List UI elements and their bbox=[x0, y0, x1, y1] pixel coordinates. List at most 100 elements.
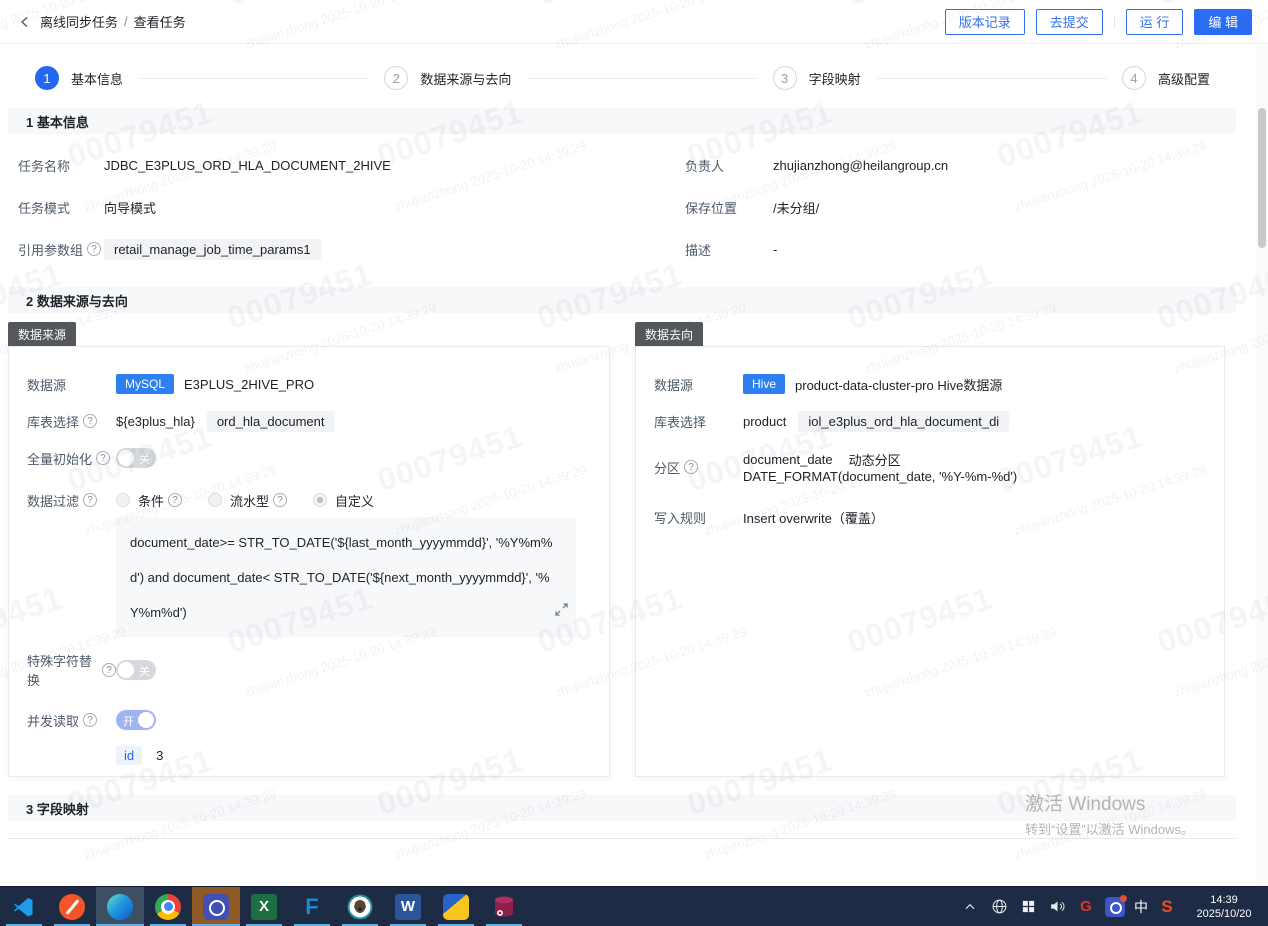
toggle-knob bbox=[138, 712, 154, 728]
source-table-chip: ord_hla_document bbox=[207, 411, 335, 432]
desktop: 离线同步任务 / 查看任务 版本记录 去提交 运 行 编 辑 1 基本信息 2 … bbox=[0, 0, 1268, 926]
taskbar-chat-app-icon[interactable] bbox=[192, 887, 240, 926]
run-button[interactable]: 运 行 bbox=[1126, 9, 1184, 35]
help-icon[interactable]: ? bbox=[83, 493, 97, 507]
full-init-toggle[interactable]: 关 bbox=[116, 448, 156, 468]
taskbar-database-tool-icon[interactable] bbox=[480, 887, 528, 926]
task-mode-row: 任务模式 向导模式 bbox=[0, 186, 634, 228]
source-datasource-name: E3PLUS_2HIVE_PRO bbox=[184, 377, 314, 392]
help-icon[interactable]: ? bbox=[83, 713, 97, 727]
source-datasource-row: 数据源 MySQL E3PLUS_2HIVE_PRO bbox=[27, 373, 591, 395]
step-label: 高级配置 bbox=[1158, 69, 1210, 88]
step-basic-info[interactable]: 1 基本信息 bbox=[35, 66, 123, 90]
target-table-label: 库表选择 bbox=[654, 412, 743, 431]
target-table-chip: iol_e3plus_ord_hla_document_di bbox=[798, 411, 1009, 432]
tray-camera-app-icon[interactable] bbox=[1105, 897, 1125, 917]
tray-windows-grid-icon[interactable] bbox=[1018, 897, 1038, 917]
tray-chevron-up-icon[interactable] bbox=[960, 897, 980, 917]
step-connector bbox=[139, 78, 368, 79]
partition-expression: DATE_FORMAT(document_date, '%Y-%m-%d') bbox=[743, 469, 1017, 484]
tray-g-app-icon[interactable]: G bbox=[1076, 897, 1096, 917]
vertical-scrollbar[interactable] bbox=[1256, 45, 1268, 886]
back-icon[interactable] bbox=[16, 13, 34, 31]
step-connector bbox=[877, 78, 1106, 79]
taskbar-apps: X F W bbox=[0, 887, 528, 926]
owner-label: 负责人 bbox=[685, 156, 773, 175]
toggle-knob bbox=[118, 662, 134, 678]
help-icon[interactable]: ? bbox=[684, 460, 698, 474]
content-divider bbox=[8, 838, 1236, 839]
scrollbar-thumb[interactable] bbox=[1258, 108, 1266, 248]
data-filter-row: 数据过滤 ? 条件 ? 流水型 ? bbox=[27, 489, 591, 511]
filter-radio-custom[interactable]: 自定义 bbox=[313, 491, 374, 510]
taskbar-chrome-icon[interactable] bbox=[144, 887, 192, 926]
toggle-state-text: 开 bbox=[123, 713, 134, 729]
filter-radio-stream[interactable]: 流水型 ? bbox=[208, 491, 287, 510]
section-field-mapping-header: 3 字段映射 bbox=[8, 795, 1236, 821]
breadcrumb-current: 查看任务 bbox=[134, 12, 186, 31]
edit-button[interactable]: 编 辑 bbox=[1194, 9, 1252, 35]
toggle-state-text: 关 bbox=[139, 663, 150, 679]
system-tray: G 中 S 14:39 2025/10/20 bbox=[960, 893, 1268, 921]
taskbar-yellow-tool-icon[interactable] bbox=[432, 887, 480, 926]
write-rule-value: Insert overwrite（覆盖） bbox=[743, 508, 884, 527]
step-advanced-config[interactable]: 4 高级配置 bbox=[1122, 66, 1210, 90]
toggle-knob bbox=[118, 450, 134, 466]
step-source-target[interactable]: 2 数据来源与去向 bbox=[384, 66, 511, 90]
partition-row: 分区 ? document_date 动态分区 DATE_FORMAT(docu… bbox=[654, 450, 1206, 484]
taskbar: X F W bbox=[0, 886, 1268, 926]
step-field-mapping[interactable]: 3 字段映射 bbox=[773, 66, 861, 90]
taskbar-edge-icon[interactable] bbox=[96, 887, 144, 926]
section-basic-info-header: 1 基本信息 bbox=[8, 108, 1236, 134]
page-header: 离线同步任务 / 查看任务 版本记录 去提交 运 行 编 辑 bbox=[0, 0, 1268, 44]
description-value: - bbox=[773, 242, 777, 257]
expand-icon[interactable] bbox=[555, 594, 568, 629]
task-name-value: JDBC_E3PLUS_ORD_HLA_DOCUMENT_2HIVE bbox=[104, 158, 391, 173]
help-icon[interactable]: ? bbox=[83, 414, 97, 428]
radio-dot bbox=[208, 493, 222, 507]
split-key-chip: id bbox=[116, 746, 142, 765]
breadcrumb-parent[interactable]: 离线同步任务 bbox=[40, 12, 118, 31]
tray-clock[interactable]: 14:39 2025/10/20 bbox=[1186, 893, 1262, 921]
tray-ime-indicator[interactable]: 中 bbox=[1134, 897, 1148, 917]
save-location-label: 保存位置 bbox=[685, 198, 773, 217]
concurrent-read-toggle[interactable]: 开 bbox=[116, 710, 156, 730]
task-mode-value: 向导模式 bbox=[104, 198, 156, 217]
source-db-name: ${e3plus_hla} bbox=[116, 414, 195, 429]
help-icon[interactable]: ? bbox=[102, 663, 116, 677]
version-history-button[interactable]: 版本记录 bbox=[945, 9, 1025, 35]
taskbar-pen-app-icon[interactable] bbox=[48, 887, 96, 926]
taskbar-excel-icon[interactable]: X bbox=[240, 887, 288, 926]
save-location-value: /未分组/ bbox=[773, 198, 819, 217]
save-location-row: 保存位置 /未分组/ bbox=[634, 186, 1250, 228]
help-icon[interactable]: ? bbox=[168, 493, 182, 507]
tray-network-globe-icon[interactable] bbox=[989, 897, 1009, 917]
tray-speaker-icon[interactable] bbox=[1047, 897, 1067, 917]
filter-sql-textarea[interactable]: document_date>= STR_TO_DATE('${last_mont… bbox=[116, 517, 576, 637]
special-char-row: 特殊字符替换 ? 关 bbox=[27, 651, 591, 689]
special-char-toggle[interactable]: 关 bbox=[116, 660, 156, 680]
step-number: 4 bbox=[1122, 66, 1146, 90]
target-db-name: product bbox=[743, 414, 786, 429]
tray-sogou-icon[interactable]: S bbox=[1157, 897, 1177, 917]
filter-radio-condition[interactable]: 条件 ? bbox=[116, 491, 182, 510]
full-init-row: 全量初始化 ? 关 bbox=[27, 447, 591, 469]
special-char-label: 特殊字符替换 ? bbox=[27, 651, 116, 689]
target-datasource-row: 数据源 Hive product-data-cluster-pro Hive数据… bbox=[654, 373, 1206, 395]
help-icon[interactable]: ? bbox=[96, 451, 110, 465]
go-submit-button[interactable]: 去提交 bbox=[1036, 9, 1103, 35]
owner-value: zhujianzhong@heilangroup.cn bbox=[773, 158, 948, 173]
help-icon[interactable]: ? bbox=[87, 242, 101, 256]
activation-subtitle: 转到“设置”以激活 Windows。 bbox=[1025, 819, 1194, 838]
taskbar-word-icon[interactable]: W bbox=[384, 887, 432, 926]
step-indicator: 1 基本信息 2 数据来源与去向 3 字段映射 4 高级配置 bbox=[0, 56, 1250, 100]
step-connector bbox=[527, 78, 756, 79]
partition-type: 动态分区 bbox=[849, 450, 901, 469]
taskbar-dbeaver-icon[interactable] bbox=[336, 887, 384, 926]
section-source-target-header: 2 数据来源与去向 bbox=[8, 287, 1236, 313]
step-number: 3 bbox=[773, 66, 797, 90]
taskbar-vscode-icon[interactable] bbox=[0, 887, 48, 926]
help-icon[interactable]: ? bbox=[273, 493, 287, 507]
taskbar-f-app-icon[interactable]: F bbox=[288, 887, 336, 926]
source-table-row: 库表选择 ? ${e3plus_hla} ord_hla_document bbox=[27, 410, 591, 432]
